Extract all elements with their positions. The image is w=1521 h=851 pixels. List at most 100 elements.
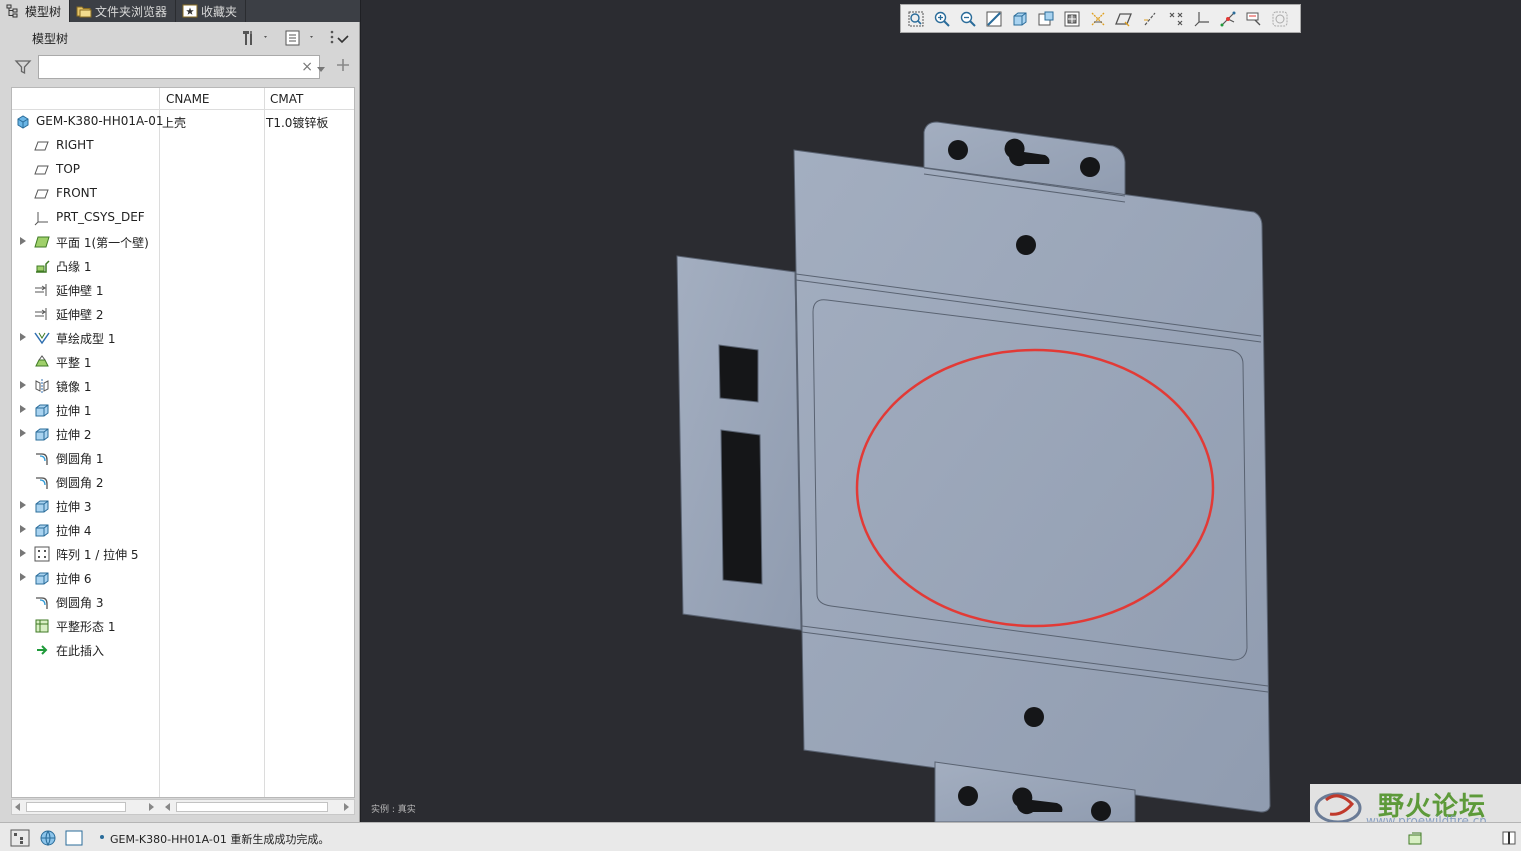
browser-button[interactable]	[38, 829, 58, 847]
tab-favorites[interactable]: 收藏夹	[176, 0, 247, 22]
scroll-right-icon[interactable]	[344, 803, 349, 811]
expand-arrow-icon[interactable]	[20, 333, 26, 341]
insert-arrow-icon	[34, 642, 50, 658]
tree-row-extend-wall-2[interactable]: 延伸壁 2	[12, 302, 354, 326]
expand-arrow-icon[interactable]	[20, 573, 26, 581]
tree-item-label: PRT_CSYS_DEF	[56, 210, 145, 224]
search-input[interactable]	[39, 56, 289, 78]
navigator-tab-bar: 模型树 文件夹浏览器 收藏夹	[0, 0, 360, 22]
tree-settings-button[interactable]	[240, 28, 270, 48]
expand-arrow-icon[interactable]	[20, 525, 26, 533]
view-manager-button[interactable]	[1061, 8, 1083, 30]
tree-row-extrude-1[interactable]: 拉伸 1	[12, 398, 354, 422]
tree-row-round-3[interactable]: 倒圆角 3	[12, 590, 354, 614]
tree-row-extrude-3[interactable]: 拉伸 3	[12, 494, 354, 518]
regenerate-status-button[interactable]	[1406, 829, 1426, 847]
view-manager-icon	[1064, 11, 1080, 26]
appearance-button[interactable]	[1269, 8, 1291, 30]
selection-filter-button[interactable]	[1500, 829, 1520, 847]
tree-item-label: RIGHT	[56, 138, 94, 152]
column-header-cmat[interactable]: CMAT	[270, 92, 303, 106]
regenerate-icon	[1408, 832, 1422, 845]
annotation-display-button[interactable]	[1243, 8, 1265, 30]
plane-display-icon	[1115, 12, 1132, 26]
zoom-in-button[interactable]	[931, 8, 953, 30]
filter-icon[interactable]	[14, 58, 32, 79]
zoom-out-button[interactable]	[957, 8, 979, 30]
tree-row-round-2[interactable]: 倒圆角 2	[12, 470, 354, 494]
datum-display-button[interactable]	[1087, 8, 1109, 30]
spin-center-button[interactable]	[1217, 8, 1239, 30]
tree-row-flatten[interactable]: 平整 1	[12, 350, 354, 374]
tree-row-flange[interactable]: 凸缘 1	[12, 254, 354, 278]
datum-display-icon	[1091, 12, 1105, 25]
search-options-icon[interactable]	[316, 63, 326, 77]
column-header-cname[interactable]: CNAME	[166, 92, 210, 106]
expand-arrow-icon[interactable]	[20, 549, 26, 557]
toggle-navigator-button[interactable]	[10, 829, 30, 847]
sheetmetal-model[interactable]	[361, 0, 1521, 822]
tree-item-label: 拉伸 3	[56, 500, 92, 514]
point-display-button[interactable]	[1165, 8, 1187, 30]
tab-folder-browser[interactable]: 文件夹浏览器	[70, 0, 177, 22]
refit-button[interactable]	[905, 8, 927, 30]
expand-arrow-icon[interactable]	[20, 405, 26, 413]
tree-row-extend-wall-1[interactable]: 延伸壁 1	[12, 278, 354, 302]
scroll-right-icon[interactable]	[149, 803, 154, 811]
expand-arrow-icon[interactable]	[20, 381, 26, 389]
tree-row-extrude-6[interactable]: 拉伸 6	[12, 566, 354, 590]
tree-filter-button[interactable]	[328, 28, 352, 48]
flange-cutout	[720, 429, 763, 585]
search-field: ×	[38, 55, 320, 79]
datum-plane-icon	[34, 138, 50, 154]
tree-row-right-plane[interactable]: RIGHT	[12, 134, 354, 158]
tab-label: 收藏夹	[201, 4, 238, 19]
scrollbar-thumb[interactable]	[26, 802, 126, 812]
scroll-left-icon[interactable]	[165, 803, 170, 811]
saved-views-icon	[1038, 11, 1054, 25]
graphics-viewport[interactable]: 实例 : 真实 野火论坛 www.proewildfire.cn	[361, 0, 1521, 828]
axis-display-button[interactable]	[1139, 8, 1161, 30]
tools-icon	[243, 31, 267, 45]
tree-item-label: 倒圆角 2	[56, 476, 104, 490]
horizontal-scrollbar[interactable]	[11, 799, 355, 815]
tree-row-extrude-4[interactable]: 拉伸 4	[12, 518, 354, 542]
tree-item-label: 倒圆角 1	[56, 452, 104, 466]
watermark: 野火论坛 www.proewildfire.cn	[1310, 784, 1521, 828]
tree-item-label: 延伸壁 2	[56, 308, 104, 322]
tree-row-part[interactable]: GEM-K380-HH01A-01 上壳 T1.0镀锌板	[12, 110, 354, 134]
tree-row-extrude-2[interactable]: 拉伸 2	[12, 422, 354, 446]
expand-arrow-icon[interactable]	[20, 237, 26, 245]
tree-row-sketched-form[interactable]: 草绘成型 1	[12, 326, 354, 350]
expand-arrow-icon[interactable]	[20, 501, 26, 509]
tree-row-csys[interactable]: PRT_CSYS_DEF	[12, 206, 354, 230]
tab-model-tree[interactable]: 模型树	[0, 0, 71, 22]
status-bar: GEM-K380-HH01A-01 重新生成成功完成。	[0, 822, 1521, 851]
show-menu-button[interactable]	[284, 28, 318, 48]
expand-arrow-icon[interactable]	[20, 429, 26, 437]
saved-views-button[interactable]	[1035, 8, 1057, 30]
clear-search-icon[interactable]: ×	[301, 59, 313, 75]
plane-display-button[interactable]	[1113, 8, 1135, 30]
tree-row-top-plane[interactable]: TOP	[12, 158, 354, 182]
scrollbar-thumb[interactable]	[176, 802, 328, 812]
add-icon[interactable]	[336, 58, 350, 75]
search-row: ×	[10, 54, 356, 80]
tree-row-insert-here[interactable]: 在此插入	[12, 638, 354, 662]
tree-row-planar-wall[interactable]: 平面 1(第一个壁)	[12, 230, 354, 254]
tree-row-mirror[interactable]: 镜像 1	[12, 374, 354, 398]
window-icon	[65, 830, 83, 846]
repaint-button[interactable]	[983, 8, 1005, 30]
display-style-button[interactable]	[1009, 8, 1031, 30]
tree-row-round-1[interactable]: 倒圆角 1	[12, 446, 354, 470]
part-icon	[15, 114, 31, 130]
annotation-display-icon	[1246, 12, 1261, 25]
scroll-left-icon[interactable]	[15, 803, 20, 811]
tree-filter-icon	[330, 30, 349, 44]
tree-row-flat-pattern[interactable]: 平整形态 1	[12, 614, 354, 638]
tree-row-front-plane[interactable]: FRONT	[12, 182, 354, 206]
csys-display-button[interactable]	[1191, 8, 1213, 30]
tree-row-pattern[interactable]: 阵列 1 / 拉伸 5	[12, 542, 354, 566]
repaint-icon	[986, 11, 1002, 26]
fullscreen-button[interactable]	[64, 829, 84, 847]
